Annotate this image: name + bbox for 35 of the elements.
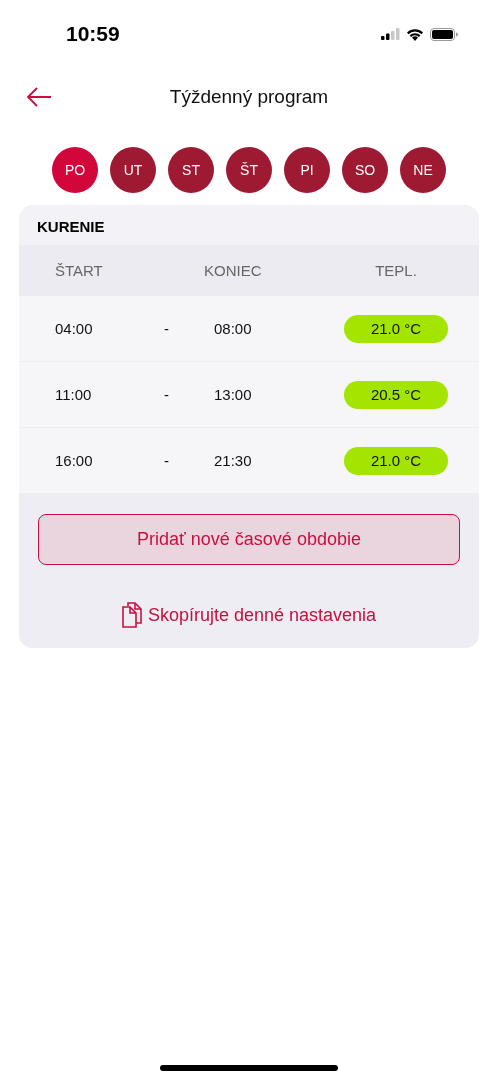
- start-time: 16:00: [55, 452, 94, 469]
- schedule-row[interactable]: 16:00 - 21:30 21.0 °C: [19, 428, 479, 494]
- day-tab[interactable]: PI: [284, 147, 330, 193]
- start-time: 04:00: [55, 320, 94, 337]
- end-time: 08:00: [214, 320, 253, 337]
- wifi-icon: [406, 27, 424, 41]
- column-header: KONIEC: [204, 262, 263, 279]
- section-title: KURENIE: [36, 217, 106, 237]
- column-header: TEPL.: [374, 262, 418, 279]
- day-tab[interactable]: ŠT: [226, 147, 272, 193]
- status-time: 10:59: [66, 22, 120, 46]
- day-tab[interactable]: SO: [342, 147, 388, 193]
- time-separator: -: [164, 386, 170, 403]
- day-tab[interactable]: UT: [110, 147, 156, 193]
- battery-icon: [430, 27, 458, 41]
- temperature-pill[interactable]: 20.5 °C: [344, 380, 448, 409]
- day-tab[interactable]: PO: [52, 147, 98, 193]
- documents-icon: [121, 602, 142, 628]
- signal-icon: [381, 28, 400, 40]
- copy-settings-link[interactable]: Skopírujte denné nastavenia: [147, 604, 377, 626]
- temperature-pill[interactable]: 21.0 °C: [344, 446, 448, 475]
- column-header: ŠTART: [55, 262, 104, 279]
- day-tab[interactable]: ST: [168, 147, 214, 193]
- day-tab[interactable]: NE: [400, 147, 446, 193]
- end-time: 21:30: [214, 452, 253, 469]
- time-separator: -: [164, 452, 170, 469]
- back-button[interactable]: [26, 87, 52, 107]
- temperature-pill[interactable]: 21.0 °C: [344, 314, 448, 343]
- schedule-row[interactable]: 11:00 - 13:00 20.5 °C: [19, 362, 479, 428]
- add-period-button[interactable]: Pridať nové časové obdobie: [38, 514, 460, 565]
- time-separator: -: [164, 320, 170, 337]
- schedule-row[interactable]: 04:00 - 08:00 21.0 °C: [19, 296, 479, 362]
- page-title: Týždenný program: [169, 86, 329, 108]
- start-time: 11:00: [55, 386, 93, 403]
- end-time: 13:00: [214, 386, 253, 403]
